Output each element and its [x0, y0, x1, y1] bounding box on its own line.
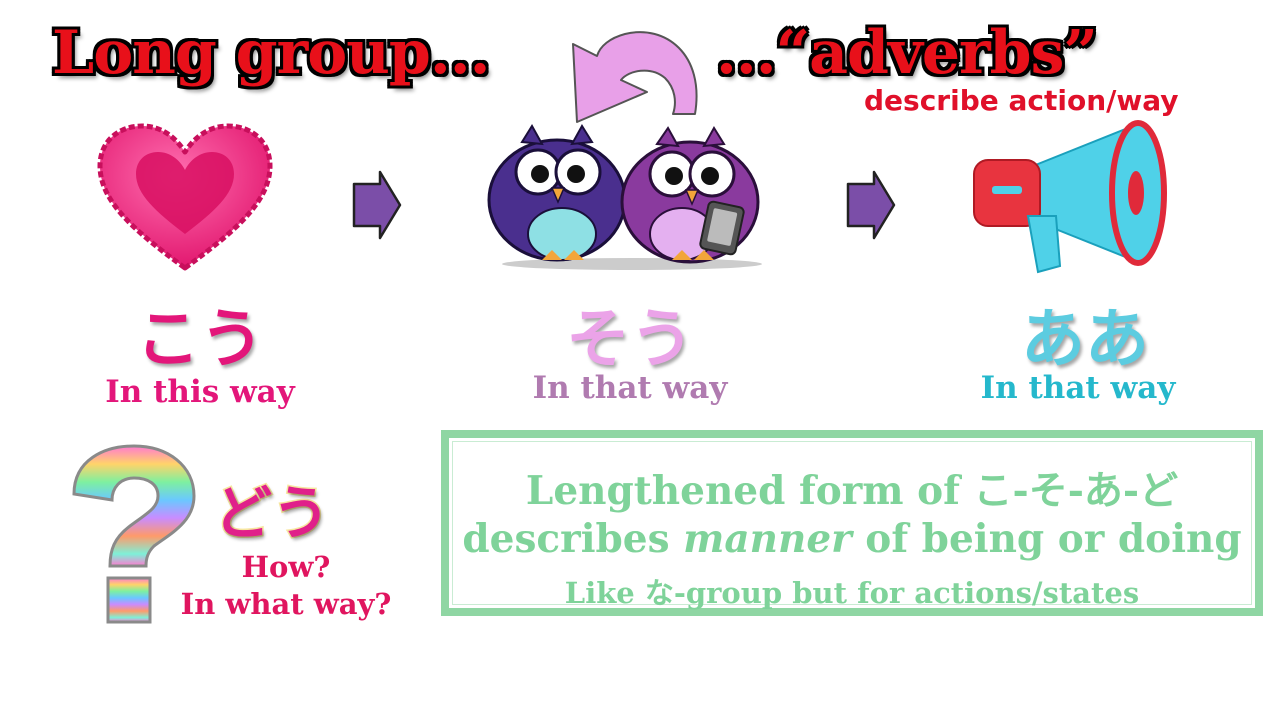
note-line2-post: of being or doing: [851, 516, 1242, 562]
gloss-sou: In that way: [532, 370, 728, 406]
note-line2-emphasis: manner: [683, 516, 852, 562]
arrow-right-icon: [352, 170, 402, 240]
note-line1: Lengthened form of こ-そ-あ-ど: [525, 468, 1179, 514]
kana-sou: そう: [565, 302, 696, 379]
owls-icon: [487, 124, 762, 270]
note-line3: Like な-group but for actions/states: [564, 576, 1140, 610]
subtitle: describe action/way: [864, 84, 1179, 117]
note-line2: describes manner of being or doing: [449, 516, 1255, 562]
heart-icon: [97, 123, 273, 271]
gloss-aa: In that way: [980, 370, 1176, 406]
megaphone-icon: [973, 120, 1167, 274]
kana-dou: どう: [212, 478, 331, 549]
gloss-kou: In this way: [105, 374, 295, 410]
title-left: Long group...: [52, 18, 490, 88]
question-line1: How?: [241, 550, 331, 584]
kana-kou: こう: [135, 302, 266, 379]
curved-arrow-icon: [572, 31, 698, 123]
question-line2: In what way?: [180, 587, 392, 621]
note-line2-pre: describes: [462, 516, 684, 562]
arrow-right-icon: [846, 170, 896, 240]
note-box: Lengthened form of こ-そ-あ-ど describes man…: [441, 430, 1263, 616]
title-right: ...“adverbs”: [716, 18, 1098, 88]
kana-aa: ああ: [1020, 302, 1151, 379]
